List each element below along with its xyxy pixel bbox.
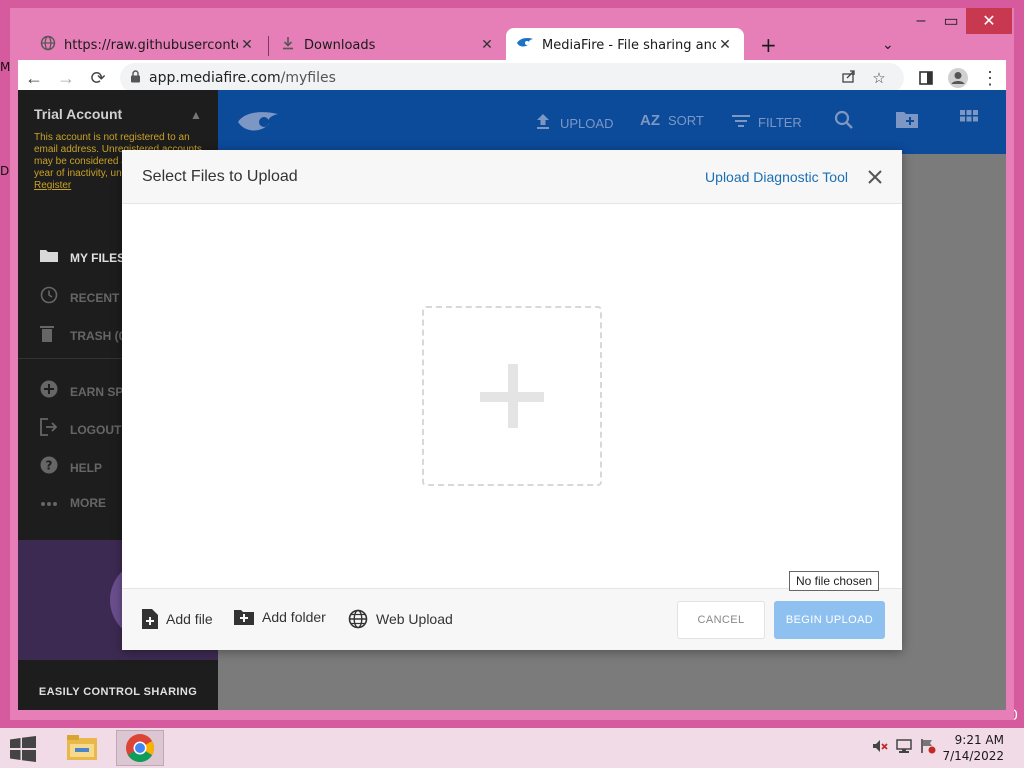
tab-separator <box>268 36 269 56</box>
sidebar-item-logout[interactable]: LOGOUT <box>40 418 121 441</box>
close-tab-icon[interactable]: ✕ <box>238 37 256 53</box>
plus-circle-icon <box>40 380 60 403</box>
logout-icon <box>40 418 60 441</box>
sort-label: SORT <box>668 113 704 128</box>
sidebar-item-label: MORE <box>70 496 106 510</box>
search-icon[interactable] <box>834 110 854 136</box>
file-explorer-taskbar-icon[interactable] <box>58 730 106 766</box>
bell-icon[interactable]: ▲ <box>190 108 202 122</box>
file-dropzone[interactable] <box>422 306 602 486</box>
sidebar-item-label: TRASH (0) <box>70 328 130 343</box>
sidebar-item-my-files[interactable]: MY FILES <box>40 248 125 267</box>
address-bar[interactable]: app.mediafire.com/myfiles ☆ <box>120 63 904 93</box>
mediafire-favicon-icon <box>516 37 534 53</box>
desktop-icon-label-fragment: M <box>0 60 11 74</box>
add-folder-icon <box>234 610 254 625</box>
tab-title: https://raw.githubusercontent.co <box>64 37 238 53</box>
sidebar-item-label: MY FILES <box>70 250 126 265</box>
bookmark-star-icon[interactable]: ☆ <box>864 69 894 87</box>
help-icon: ? <box>40 456 60 479</box>
add-file-label: Add file <box>166 611 213 627</box>
globe-icon <box>40 35 56 55</box>
clock-icon <box>40 286 60 309</box>
url-path: /myfiles <box>280 70 336 86</box>
upload-label: UPLOAD <box>560 116 614 131</box>
tab-mediafire[interactable]: MediaFire - File sharing and stora ✕ <box>506 28 744 62</box>
sidebar-item-more[interactable]: MORE <box>40 494 106 512</box>
mediafire-logo-icon[interactable] <box>236 110 280 134</box>
sort-action[interactable]: AZ SORT <box>640 112 704 129</box>
sidebar-item-label: LOGOUT <box>70 422 122 437</box>
dialog-footer: Add file Add folder Web Upload CANCEL BE… <box>122 588 902 650</box>
globe-icon <box>348 609 368 629</box>
windows-start-icon[interactable] <box>10 736 36 762</box>
tab-strip: https://raw.githubusercontent.co ✕ Downl… <box>10 20 1014 62</box>
new-tab-button[interactable]: + <box>750 28 782 62</box>
svg-text:?: ? <box>46 459 53 473</box>
share-icon[interactable] <box>834 68 864 88</box>
web-upload-label: Web Upload <box>376 611 453 627</box>
url-host: app.mediafire.com <box>149 70 281 86</box>
system-tray <box>872 738 936 757</box>
chrome-taskbar-icon[interactable] <box>116 730 164 766</box>
add-folder-button[interactable]: Add folder <box>234 609 326 625</box>
close-tab-icon[interactable]: ✕ <box>478 37 496 53</box>
upload-diagnostic-link[interactable]: Upload Diagnostic Tool <box>705 169 848 185</box>
add-file-button[interactable]: Add file <box>142 609 213 629</box>
lock-icon <box>130 69 141 87</box>
upload-dialog: Select Files to Upload Upload Diagnostic… <box>122 150 902 650</box>
sidebar-item-trash[interactable]: TRASH (0) <box>40 324 129 347</box>
add-file-icon <box>142 609 158 629</box>
filter-icon <box>732 112 750 133</box>
trash-icon <box>40 324 60 347</box>
sidebar-item-help[interactable]: ? HELP <box>40 456 102 479</box>
clock-time: 9:21 AM <box>954 733 1004 747</box>
tab-github-raw[interactable]: https://raw.githubusercontent.co ✕ <box>30 28 266 62</box>
close-icon[interactable] <box>862 164 888 190</box>
web-upload-button[interactable]: Web Upload <box>348 609 453 629</box>
upload-icon <box>534 112 552 135</box>
register-link[interactable]: Register <box>34 180 71 191</box>
filter-action[interactable]: FILTER <box>732 112 802 133</box>
plus-icon-vertical <box>508 364 518 428</box>
add-folder-label: Add folder <box>262 609 326 625</box>
clock-date: 7/14/2022 <box>942 749 1004 763</box>
action-center-flag-icon[interactable] <box>920 738 936 757</box>
desktop-icon-label-fragment: D <box>0 164 10 178</box>
network-icon[interactable] <box>896 738 912 757</box>
sidebar-item-label: HELP <box>70 460 103 475</box>
sort-az-icon: AZ <box>640 112 660 129</box>
mediafire-topbar: UPLOAD AZ SORT FILTER <box>218 90 1006 154</box>
promo-text: EASILY CONTROL SHARING <box>38 686 198 698</box>
tab-title: Downloads <box>304 37 376 53</box>
file-input-tooltip: No file chosen <box>789 571 880 591</box>
download-icon <box>280 35 296 55</box>
cancel-button[interactable]: CANCEL <box>677 601 765 639</box>
filter-label: FILTER <box>758 115 802 130</box>
upload-action[interactable]: UPLOAD <box>534 112 613 135</box>
dialog-title: Select Files to Upload <box>142 168 298 185</box>
tab-downloads[interactable]: Downloads ✕ <box>270 28 506 62</box>
volume-muted-icon[interactable] <box>872 738 888 757</box>
windows-taskbar: 9:21 AM 7/14/2022 <box>0 728 1024 768</box>
taskbar-clock[interactable]: 9:21 AM 7/14/2022 <box>942 732 1004 764</box>
begin-upload-button[interactable]: BEGIN UPLOAD <box>774 601 885 639</box>
grid-view-icon[interactable] <box>960 110 978 134</box>
tab-search-button[interactable]: ⌄ <box>872 28 904 62</box>
new-folder-icon[interactable] <box>896 110 918 134</box>
tab-title: MediaFire - File sharing and stora <box>542 37 716 53</box>
folder-icon <box>40 248 60 267</box>
account-title: Trial Account <box>34 106 123 122</box>
more-icon <box>40 494 60 512</box>
dialog-header: Select Files to Upload Upload Diagnostic… <box>122 150 902 204</box>
close-tab-icon[interactable]: ✕ <box>716 37 734 53</box>
